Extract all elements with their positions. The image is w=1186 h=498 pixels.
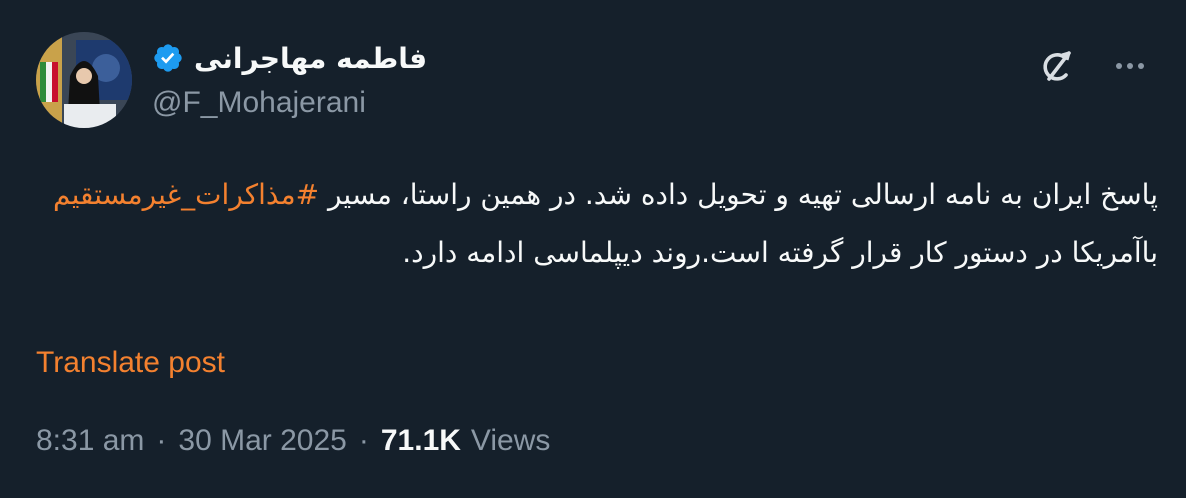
name-row: فاطمه مهاجرانی	[152, 32, 427, 84]
author-display-name[interactable]: فاطمه مهاجرانی	[194, 42, 427, 75]
tweet-card: فاطمه مهاجرانی @F_Mohajerani پاسخ ایران …	[0, 0, 1186, 498]
post-time[interactable]: 8:31 am	[36, 424, 144, 458]
post-meta: 8:31 am · 30 Mar 2025 · 71.1K Views	[36, 424, 550, 458]
views-label: Views	[470, 424, 551, 457]
author-info: فاطمه مهاجرانی @F_Mohajerani	[152, 32, 427, 120]
post-date[interactable]: 30 Mar 2025	[178, 424, 346, 458]
more-dots-icon	[1127, 63, 1133, 69]
more-dots-icon	[1116, 63, 1122, 69]
views-count[interactable]: 71.1K	[381, 424, 461, 458]
meta-separator: ·	[358, 424, 369, 457]
post-text-part2: باآمریکا در دستور کار قرار گرفته است.رون…	[402, 236, 1158, 269]
more-options-button[interactable]	[1108, 46, 1152, 86]
more-dots-icon	[1138, 63, 1144, 69]
grok-icon	[1043, 51, 1071, 81]
post-text: پاسخ ایران به نامه ارسالی تهیه و تحویل د…	[40, 166, 1158, 282]
post-text-part1: پاسخ ایران به نامه ارسالی تهیه و تحویل د…	[319, 178, 1158, 211]
verified-badge-icon[interactable]	[152, 42, 184, 74]
profile-photo-icon	[36, 32, 132, 128]
author-avatar[interactable]	[36, 32, 132, 128]
meta-separator: ·	[156, 424, 167, 457]
translate-post-link[interactable]: Translate post	[36, 346, 225, 380]
author-handle[interactable]: @F_Mohajerani	[152, 86, 427, 120]
grok-button[interactable]	[1036, 44, 1080, 88]
hashtag-link[interactable]: #مذاکرات_غیرمستقیم	[53, 178, 319, 211]
